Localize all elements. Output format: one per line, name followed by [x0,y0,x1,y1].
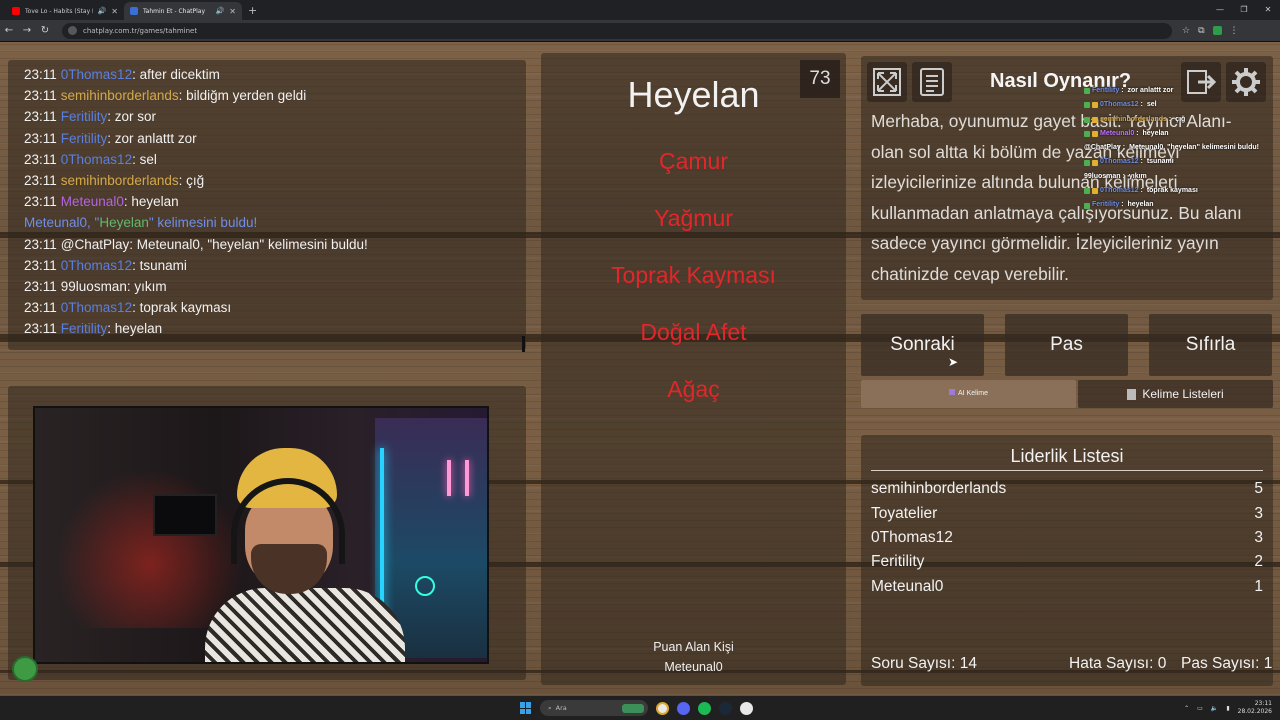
overlay-message: semihinborderlands: çığ [1084,113,1280,127]
tray-chevron-icon[interactable]: ⌃ [1184,705,1189,712]
tab-title: Tahmin Et - ChatPlay [143,7,206,15]
list-icon [1127,389,1137,401]
overlay-message: 0Thomas12: toprak kayması [1084,184,1280,198]
divider [871,470,1263,471]
chat-message: 23:11 Feritility: zor sor [24,109,157,125]
chat-message: 23:11 semihinborderlands: bildiğm yerden … [24,88,307,104]
forbidden-word: Toprak Kayması [611,262,776,288]
steam-icon[interactable] [719,701,732,715]
target-word: Heyelan [627,74,760,115]
mouse-cursor-icon: ➤ [948,355,959,369]
leaderboard-row: semihinborderlands 5 [871,480,1263,497]
chat-overlay: Feritility: zor anlattt zor 0Thomas12: s… [1084,84,1280,213]
address-bar: ← → ↻ chatplay.com.tr/games/tahminet ☆ ⧉… [0,20,1280,42]
back-icon[interactable]: ← [0,25,18,36]
speaker-icon[interactable]: 🔊 [98,7,107,15]
battery-icon[interactable]: ▮ [1226,705,1229,712]
close-tab-icon[interactable]: ✕ [111,7,118,16]
scorer-label: Puan Alan Kişi [653,640,734,654]
network-icon[interactable]: ▭ [1197,705,1203,712]
chat-panel: 23:11 0Thomas12: after dicektim 23:11 semi… [8,60,526,350]
discord-icon[interactable] [677,701,690,715]
clock[interactable]: 23:11 28.02.2026 [1238,700,1272,716]
mic-ring [415,576,435,596]
spotify-icon[interactable] [698,701,711,715]
taskbar: ⌕ Ara ⌃ ▭ 🔈 ▮ 23:11 28.02.2026 [0,696,1280,720]
leaderboard-row: Feritility 2 [871,553,1263,570]
overlay-message: 0Thomas12: tsunami [1084,155,1280,169]
extensions-icon[interactable]: ⧉ [1198,26,1204,36]
chat-message: 23:11 Feritility: heyelan [24,321,163,337]
chat-message: 23:11 Feritility: zor anlattt zor [24,130,197,146]
browser-tab-youtube[interactable]: Tove Lo - Habits (Stay High) 🔊 ✕ [6,2,124,20]
overlay-message: Meteunal0: heyelan [1084,127,1280,141]
forward-icon[interactable]: → [18,25,36,36]
word-lists-button[interactable]: Kelime Listeleri [1078,380,1273,408]
overlay-message: @ChatPlay: Meteunal0, "heyelan" kelimesi… [1084,144,1260,152]
document-icon[interactable] [912,62,952,102]
taskbar-search[interactable]: ⌕ Ara [540,700,648,716]
close-window-button[interactable]: ✕ [1256,0,1280,20]
menu-icon[interactable]: ⋮ [1230,26,1239,36]
webcam-feed [33,406,489,664]
forbidden-word: Çamur [658,148,728,174]
chat-message: 23:11 semihinborderlands: çığ [24,173,205,189]
reset-button[interactable]: Sıfırla [1149,314,1272,376]
ai-words-button[interactable]: AI Kelime [861,380,1076,408]
reload-icon[interactable]: ↻ [36,25,54,36]
leaderboard-row: Toyatelier 3 [871,505,1263,522]
speaker-icon[interactable]: 🔊 [216,7,225,15]
error-count: Hata Sayısı: 0 [1069,655,1167,672]
overlay-message: 99luosman: yıkım [1084,172,1147,180]
window-controls: — ❐ ✕ [1208,0,1280,20]
chat-message: 23:11 0Thomas12: tsunami [24,257,187,273]
leaderboard-title: Liderlik Listesi [1010,446,1124,466]
bookmark-star-icon[interactable]: ☆ [1182,26,1190,36]
chat-message: 23:11 0Thomas12: after dicektim [24,67,220,82]
streamer [205,448,405,662]
resize-handle[interactable] [522,336,525,352]
search-highlight-icon [622,703,644,713]
stream-badge-icon [12,656,38,682]
next-button[interactable]: Sonraki [861,314,984,376]
forbidden-word: Yağmur [654,205,733,231]
forbidden-word: Doğal Afet [640,319,747,345]
chat-message: 23:11 0Thomas12: sel [24,151,157,167]
chrome-icon[interactable] [656,701,669,715]
scorer-name: Meteunal0 [664,660,723,674]
tab-title: Tove Lo - Habits (Stay High) [25,7,93,15]
chat-system-message: Meteunal0, "Heyelan" kelimesini buldu! [24,215,258,231]
pass-count: Pas Sayısı: 1 [1181,655,1273,672]
ai-icon [949,389,956,395]
extension-icon[interactable] [1212,26,1222,35]
question-count: Soru Sayısı: 14 [871,655,977,672]
youtube-icon [12,7,20,15]
minimize-button[interactable]: — [1208,0,1232,20]
maximize-button[interactable]: ❐ [1232,0,1256,20]
leaderboard-row: 0Thomas12 3 [871,529,1263,546]
volume-icon[interactable]: 🔈 [1211,705,1218,712]
chat-message: 23:11 Meteunal0: heyelan [24,194,179,210]
browser-tab-chatplay[interactable]: Tahmin Et - ChatPlay 🔊 ✕ [124,2,242,20]
fullscreen-icon[interactable] [867,62,907,102]
overlay-message: Feritility: heyelan [1084,198,1280,212]
chat-message: 23:11 @ChatPlay: Meteunal0, "heyelan" kel… [24,236,368,252]
obs-icon[interactable] [740,701,753,715]
chat-message: 23:11 0Thomas12: toprak kayması [24,300,232,316]
url-text: chatplay.com.tr/games/tahminet [83,26,198,35]
close-tab-icon[interactable]: ✕ [229,7,236,16]
overlay-message: 0Thomas12: sel [1084,98,1280,112]
pass-button[interactable]: Pas [1005,314,1128,376]
chatplay-icon [130,7,138,15]
browser-tab-bar: Tove Lo - Habits (Stay High) 🔊 ✕ Tahmin … [0,0,1280,20]
leaderboard-row: Meteunal0 1 [871,578,1263,595]
chat-message: 23:11 99luosman: yıkım [24,279,167,295]
new-tab-button[interactable]: + [248,2,257,20]
overlay-message: Feritility: zor anlattt zor [1084,84,1280,98]
windows-start-icon[interactable] [520,702,532,714]
forbidden-word: Ağaç [667,376,720,402]
search-icon: ⌕ [548,703,552,712]
url-input[interactable]: chatplay.com.tr/games/tahminet [62,22,1172,39]
site-info-icon[interactable] [68,26,77,35]
